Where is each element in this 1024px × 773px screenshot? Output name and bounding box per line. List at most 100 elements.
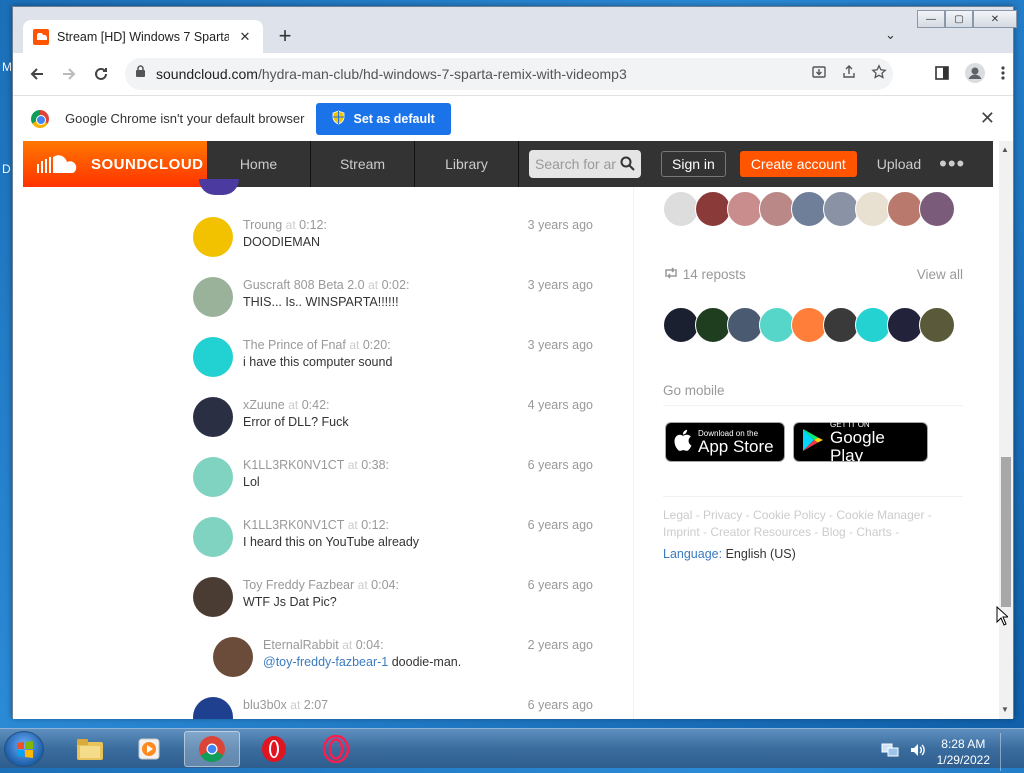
user-avatar[interactable] (887, 307, 923, 343)
footer-links-line[interactable]: Legal - Privacy - Cookie Policy - Cookie… (663, 507, 963, 524)
comment-username[interactable]: Troung (243, 218, 282, 232)
user-avatar[interactable] (919, 191, 955, 227)
infobar-close-icon[interactable]: ✕ (980, 108, 995, 129)
forward-icon[interactable] (53, 58, 85, 90)
avatar[interactable] (193, 697, 233, 719)
language-value[interactable]: English (US) (726, 547, 796, 561)
user-avatar[interactable] (727, 307, 763, 343)
avatar[interactable] (193, 217, 233, 257)
taskbar-chrome[interactable] (184, 731, 240, 767)
avatar[interactable] (213, 637, 253, 677)
user-avatar[interactable] (663, 191, 699, 227)
comment-timestamp[interactable]: 0:12 (299, 218, 323, 232)
address-bar[interactable]: soundcloud.com/hydra-man-club/hd-windows… (125, 58, 893, 90)
close-window-button[interactable]: ✕ (973, 10, 1017, 28)
tab-close-icon[interactable]: ✕ (237, 29, 253, 45)
lock-icon[interactable] (135, 65, 146, 83)
comment-timestamp[interactable]: 0:02 (382, 278, 406, 292)
user-avatar[interactable] (695, 191, 731, 227)
avatar[interactable] (193, 337, 233, 377)
avatar[interactable] (193, 397, 233, 437)
footer-links[interactable]: Legal - Privacy - Cookie Policy - Cookie… (663, 507, 963, 541)
volume-icon[interactable] (909, 742, 927, 763)
more-icon[interactable]: ••• (939, 151, 965, 177)
user-avatar[interactable] (695, 307, 731, 343)
soundcloud-logo[interactable]: SOUNDCLOUD (23, 141, 207, 187)
app-store-badge[interactable]: Download on the App Store (665, 422, 785, 462)
comment-username[interactable]: Guscraft 808 Beta 2.0 (243, 278, 365, 292)
upload-link[interactable]: Upload (877, 156, 921, 172)
comment-username[interactable]: xZuune (243, 398, 285, 412)
new-tab-button[interactable]: + (273, 25, 297, 47)
view-all-link[interactable]: View all (917, 267, 963, 282)
bookmark-star-icon[interactable] (871, 64, 887, 84)
set-as-default-button[interactable]: Set as default (316, 102, 451, 135)
sign-in-button[interactable]: Sign in (661, 151, 726, 177)
comment-username[interactable]: blu3b0x (243, 698, 287, 712)
nav-stream[interactable]: Stream (311, 141, 415, 187)
comment-timestamp[interactable]: 0:20 (363, 338, 387, 352)
start-button[interactable] (4, 731, 44, 767)
search-icon[interactable] (620, 156, 635, 174)
side-panel-icon[interactable] (935, 66, 949, 85)
avatar[interactable] (193, 517, 233, 557)
avatar[interactable] (199, 179, 239, 195)
search-input[interactable]: Search for ar (529, 150, 641, 178)
comment-username[interactable]: EternalRabbit (263, 638, 339, 652)
back-icon[interactable] (21, 58, 53, 90)
share-icon[interactable] (841, 64, 857, 84)
reposts-count[interactable]: 14 reposts (683, 267, 746, 282)
user-avatar[interactable] (759, 191, 795, 227)
profile-avatar-icon[interactable] (965, 63, 985, 88)
taskbar-opera-gx[interactable] (308, 731, 364, 767)
system-clock[interactable]: 8:28 AM 1/29/2022 (937, 736, 990, 768)
user-avatar[interactable] (759, 307, 795, 343)
page-scrollbar[interactable]: ▲ ▼ (999, 141, 1013, 719)
language-label[interactable]: Language: (663, 547, 722, 561)
user-avatar[interactable] (919, 307, 955, 343)
comment-timestamp[interactable]: 0:04 (356, 638, 380, 652)
taskbar-media-player[interactable] (122, 731, 178, 767)
comment-timestamp[interactable]: 0:38 (361, 458, 385, 472)
user-avatar[interactable] (663, 307, 699, 343)
user-avatar[interactable] (887, 191, 923, 227)
avatar[interactable] (193, 577, 233, 617)
show-desktop-button[interactable] (1000, 733, 1014, 771)
comment-username[interactable]: Toy Freddy Fazbear (243, 578, 354, 592)
language-selector[interactable]: Language: English (US) (663, 547, 796, 561)
tab-search-icon[interactable]: ⌄ (885, 27, 896, 43)
comment-username[interactable]: K1LL3RK0NV1CT (243, 458, 344, 472)
browser-tab[interactable]: Stream [HD] Windows 7 Sparta R ✕ (23, 20, 263, 53)
scroll-down-icon[interactable]: ▼ (1001, 705, 1009, 714)
install-app-icon[interactable] (811, 64, 827, 84)
user-avatar[interactable] (727, 191, 763, 227)
user-avatar[interactable] (823, 307, 859, 343)
user-avatar[interactable] (855, 191, 891, 227)
taskbar-opera[interactable] (246, 731, 302, 767)
user-avatar[interactable] (823, 191, 859, 227)
create-account-button[interactable]: Create account (739, 151, 857, 177)
reload-icon[interactable] (85, 58, 117, 90)
taskbar-file-explorer[interactable] (62, 731, 118, 767)
nav-library[interactable]: Library (415, 141, 519, 187)
maximize-button[interactable]: ▢ (945, 10, 973, 28)
google-play-badge[interactable]: GET IT ON Google Play (793, 420, 928, 464)
comment-username[interactable]: The Prince of Fnaf (243, 338, 346, 352)
comment-timestamp[interactable]: 0:04 (371, 578, 395, 592)
menu-kebab-icon[interactable] (1001, 66, 1005, 85)
comment-timestamp[interactable]: 0:12 (361, 518, 385, 532)
minimize-button[interactable]: — (917, 10, 945, 28)
scrollbar-thumb[interactable] (1001, 457, 1011, 607)
footer-links-line[interactable]: Imprint - Creator Resources - Blog - Cha… (663, 524, 963, 541)
user-avatar[interactable] (855, 307, 891, 343)
mention-link[interactable]: @toy-freddy-fazbear-1 (263, 655, 388, 669)
avatar[interactable] (193, 457, 233, 497)
avatar[interactable] (193, 277, 233, 317)
network-icon[interactable] (881, 742, 899, 763)
comment-username[interactable]: K1LL3RK0NV1CT (243, 518, 344, 532)
user-avatar[interactable] (791, 307, 827, 343)
comment-timestamp[interactable]: 0:42 (302, 398, 326, 412)
comment-timestamp[interactable]: 2:07 (304, 698, 328, 712)
user-avatar[interactable] (791, 191, 827, 227)
scroll-up-icon[interactable]: ▲ (1001, 145, 1009, 154)
